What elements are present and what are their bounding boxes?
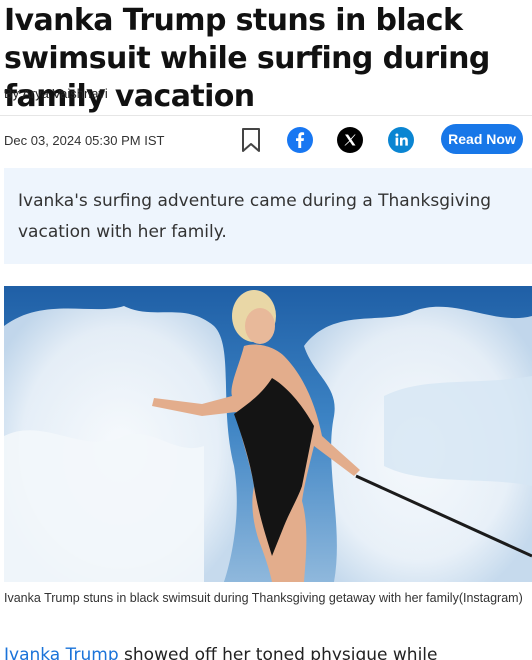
article-image[interactable] (4, 286, 532, 582)
byline: By Arya Vaishnavi (4, 86, 108, 101)
person-link[interactable]: Ivanka Trump (4, 645, 119, 660)
image-caption: Ivanka Trump stuns in black swimsuit dur… (4, 591, 523, 605)
article-body: Ivanka Trump showed off her toned physiq… (4, 642, 532, 660)
meta-row: Dec 03, 2024 05:30 PM IST Read Now (0, 118, 532, 162)
x-icon[interactable] (337, 127, 363, 153)
body-text-run: showed off her toned physique while (118, 645, 438, 660)
divider (0, 115, 532, 116)
article-summary: Ivanka's surfing adventure came during a… (4, 168, 532, 264)
read-now-button[interactable]: Read Now (441, 124, 523, 154)
facebook-icon[interactable] (287, 127, 313, 153)
linkedin-icon[interactable] (388, 127, 414, 153)
bookmark-icon[interactable] (240, 127, 262, 153)
publish-date: Dec 03, 2024 05:30 PM IST (4, 133, 165, 148)
